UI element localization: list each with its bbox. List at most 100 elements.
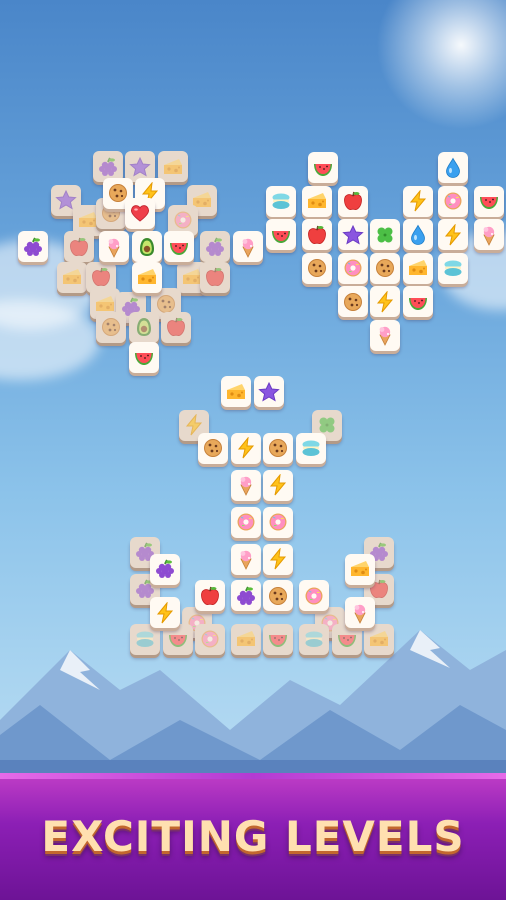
clover-icon — [374, 224, 396, 246]
tile-donut[interactable] — [263, 506, 294, 538]
tile-cheese[interactable] — [402, 252, 433, 284]
macaron-icon — [134, 628, 156, 650]
tile-apple — [161, 311, 191, 343]
heart-pattern-board — [266, 152, 504, 362]
donut-icon — [267, 511, 289, 533]
tile-star[interactable] — [337, 219, 368, 250]
tile-grapes[interactable] — [230, 580, 261, 612]
tile-apple[interactable] — [301, 219, 332, 250]
tile-cheese — [57, 261, 87, 293]
tile-lightning[interactable] — [230, 432, 261, 464]
star-icon — [341, 224, 364, 246]
tile-grapes — [200, 231, 230, 263]
tile-cookie[interactable] — [263, 432, 294, 464]
donut-icon — [303, 585, 325, 607]
grapes-icon — [22, 236, 44, 258]
lightning-icon — [374, 290, 396, 313]
tile-apple — [63, 231, 94, 263]
anchor-pattern-board — [130, 376, 394, 655]
tile-watermelon[interactable] — [474, 185, 504, 217]
tile-apple[interactable] — [337, 185, 368, 217]
tile-icecream[interactable] — [344, 597, 375, 629]
tile-watermelon[interactable] — [266, 219, 296, 250]
tile-lightning[interactable] — [149, 597, 180, 629]
lightning-icon — [442, 223, 464, 246]
tile-icecream[interactable] — [474, 219, 504, 250]
star-icon — [129, 156, 151, 178]
apple-icon — [90, 266, 112, 288]
cookie-icon — [100, 316, 122, 338]
tile-watermelon[interactable] — [308, 152, 339, 183]
tile-watermelon[interactable] — [128, 341, 159, 373]
cheese-icon — [225, 381, 247, 403]
tile-water-drop[interactable] — [438, 152, 469, 183]
tile-cookie[interactable] — [198, 432, 229, 464]
lightning-icon — [267, 474, 289, 496]
tile-heart[interactable] — [125, 197, 156, 229]
tile-lightning[interactable] — [438, 219, 469, 250]
tile-grapes[interactable] — [18, 231, 48, 263]
macaron-icon — [300, 437, 322, 459]
tile-donut[interactable] — [299, 580, 329, 612]
heart-cluster-board — [18, 151, 263, 373]
tile-icecream[interactable] — [99, 231, 130, 263]
cookie-icon — [374, 257, 396, 279]
tile-apple[interactable] — [195, 580, 225, 612]
tile-avocado[interactable] — [131, 231, 162, 263]
tile-cheese[interactable] — [344, 553, 375, 585]
grapes-icon — [154, 558, 176, 580]
tile-lightning[interactable] — [263, 543, 294, 575]
tile-star[interactable] — [253, 376, 284, 407]
tile-icecream[interactable] — [230, 543, 261, 575]
tile-watermelon[interactable] — [164, 231, 195, 263]
banner-title: EXCITING LEVELS — [41, 812, 465, 861]
tile-watermelon[interactable] — [402, 286, 433, 317]
watermelon-icon — [133, 346, 155, 368]
tile-cheese[interactable] — [221, 376, 251, 407]
tile-icecream[interactable] — [370, 319, 400, 351]
cheese-icon — [306, 190, 328, 212]
tile-cheese[interactable] — [131, 261, 162, 293]
watermelon-icon — [168, 236, 190, 258]
apple-icon — [342, 190, 364, 212]
tile-cookie[interactable] — [337, 286, 368, 317]
icecream-icon — [237, 236, 259, 258]
tile-cookie — [96, 311, 126, 343]
tile-lightning[interactable] — [402, 185, 433, 217]
watermelon-icon — [270, 224, 292, 246]
lightning-icon — [407, 190, 429, 212]
macaron-icon — [303, 628, 325, 650]
icecream-icon — [103, 236, 125, 258]
cheese-icon — [136, 266, 158, 288]
tile-cookie[interactable] — [263, 580, 294, 612]
apple-icon — [204, 266, 226, 288]
tile-icecream[interactable] — [230, 469, 261, 501]
grapes-icon — [235, 585, 257, 607]
tile-grapes[interactable] — [149, 553, 180, 585]
tile-macaron[interactable] — [266, 185, 296, 217]
apple-icon — [199, 585, 221, 607]
tile-avocado — [128, 311, 159, 343]
icecream-icon — [478, 224, 500, 246]
tile-clover[interactable] — [370, 219, 400, 250]
tile-donut[interactable] — [230, 506, 261, 538]
tile-macaron[interactable] — [438, 252, 469, 284]
tile-donut[interactable] — [337, 252, 368, 284]
water-drop-icon — [442, 157, 464, 179]
icecream-icon — [374, 324, 396, 346]
tile-cookie[interactable] — [370, 252, 400, 284]
donut-icon — [199, 628, 221, 650]
icecream-icon — [349, 602, 371, 624]
tile-lightning[interactable] — [263, 469, 294, 501]
tile-cookie[interactable] — [301, 252, 332, 284]
tile-donut[interactable] — [438, 185, 469, 217]
tile-lightning[interactable] — [370, 286, 400, 317]
tile-cheese[interactable] — [301, 185, 332, 217]
cheese-icon — [349, 558, 371, 580]
cookie-icon — [267, 437, 289, 459]
tile-icecream[interactable] — [232, 231, 263, 263]
watermelon-icon — [407, 291, 429, 313]
tile-cheese — [157, 151, 188, 182]
tile-macaron[interactable] — [295, 432, 326, 464]
tile-water-drop[interactable] — [402, 219, 433, 250]
